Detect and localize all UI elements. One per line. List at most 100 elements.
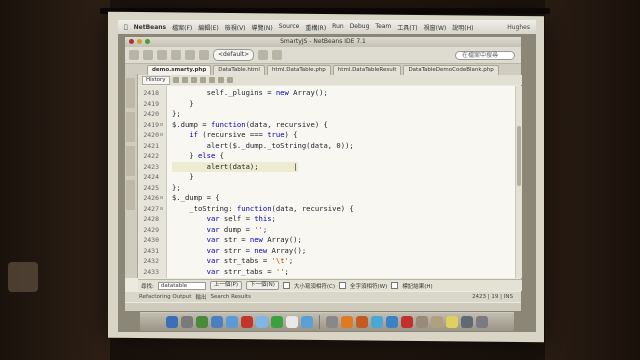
menu-item[interactable]: Run [332, 23, 344, 32]
code-line[interactable]: 2432 var str_tabs = '\t'; [138, 256, 522, 266]
undo-icon[interactable] [185, 50, 195, 60]
back-icon[interactable] [172, 77, 179, 83]
dock-app-icon[interactable] [166, 316, 178, 328]
menubar-user[interactable]: Hughes [507, 24, 530, 31]
comment-icon[interactable] [226, 77, 233, 83]
find-next-button[interactable]: 下一個(N) [245, 281, 279, 290]
code-line[interactable]: 2433 var strr_tabs = ''; [138, 267, 522, 277]
code-line[interactable]: 2431 var strr = new Array(); [138, 246, 522, 256]
code-line[interactable]: 2423 alert(data); | [138, 161, 522, 172]
side-tab-projects[interactable] [126, 78, 135, 108]
fold-icon[interactable]: ⊟ [160, 204, 165, 214]
dock-app-icon[interactable] [181, 316, 193, 328]
minimize-icon[interactable] [137, 39, 142, 44]
dock-app-icon[interactable] [226, 316, 238, 328]
whole-word-checkbox[interactable] [339, 282, 347, 289]
side-tab-files[interactable] [126, 112, 135, 142]
dock-app-icon[interactable] [356, 316, 368, 328]
new-file-icon[interactable] [143, 50, 153, 60]
dock-app-icon[interactable] [326, 316, 338, 328]
dock-app-icon[interactable] [196, 316, 208, 328]
code-line[interactable]: 2420 ⊟ if (recursive === true) { [138, 130, 522, 140]
status-output[interactable]: 輸出 [195, 293, 206, 301]
apple-icon[interactable]:  [124, 24, 128, 31]
menu-item[interactable]: 導覽(N) [252, 23, 273, 32]
search-input[interactable]: 在檔案中搜尋 [455, 50, 515, 60]
menu-item[interactable]: 工具(T) [397, 23, 417, 32]
dock-app-icon[interactable] [301, 316, 313, 328]
code-line[interactable]: 2424 } [138, 172, 522, 182]
dock-app-icon[interactable] [241, 316, 253, 328]
dock-app-icon[interactable] [211, 316, 223, 328]
find-selection-icon[interactable] [190, 77, 197, 83]
scrollbar-thumb[interactable] [517, 126, 521, 186]
code-line[interactable]: 2419 } [138, 99, 522, 109]
toggle-bookmark-icon[interactable] [199, 77, 206, 83]
new-project-icon[interactable] [129, 50, 139, 60]
app-menu-netbeans[interactable]: NetBeans [134, 24, 167, 31]
run-icon[interactable] [258, 50, 269, 60]
side-tab-navigator[interactable] [126, 180, 135, 210]
menu-item[interactable]: 檢視(V) [225, 23, 246, 32]
code-line[interactable]: 2418 self._plugins = new Array(); [138, 88, 522, 98]
menu-item[interactable]: Team [375, 23, 391, 32]
menu-item[interactable]: 編輯(E) [198, 23, 218, 32]
code-line[interactable]: 2425}; [138, 183, 522, 193]
dock-app-icon[interactable] [401, 316, 413, 328]
redo-icon[interactable] [199, 50, 209, 60]
code-line[interactable]: 2430 var str = new Array(); [138, 235, 522, 245]
dock-app-icon[interactable] [286, 316, 298, 328]
dock-app-icon[interactable] [461, 316, 473, 328]
code-line[interactable]: 2421 alert($._dump._toString(data, 0)); [138, 141, 522, 151]
dock-app-icon[interactable] [446, 316, 458, 328]
fold-icon[interactable]: ⊟ [160, 120, 165, 130]
code-line[interactable]: 2422 } else { [138, 151, 522, 161]
dock-app-icon[interactable] [371, 316, 383, 328]
dock-app-icon[interactable] [386, 316, 398, 328]
editor-tab[interactable]: demo.smarty.php [147, 65, 212, 75]
dock-app-icon[interactable] [271, 316, 283, 328]
dock-app-icon[interactable] [256, 316, 268, 328]
find-prev-button[interactable]: 上一個(P) [209, 281, 242, 290]
menu-item[interactable]: 重構(R) [305, 23, 326, 32]
editor-tab[interactable]: DataTable.html [213, 65, 265, 75]
dock-app-icon[interactable] [476, 316, 488, 328]
shift-left-icon[interactable] [208, 77, 215, 83]
config-select[interactable]: <default> [213, 49, 255, 61]
close-icon[interactable] [129, 39, 134, 44]
history-toggle[interactable]: History [142, 75, 170, 85]
editor-tab[interactable]: html.DataTable.php [266, 65, 331, 75]
code-line[interactable]: 2419 ⊟ $.dump = function(data, recursive) … [138, 120, 522, 130]
shift-right-icon[interactable] [217, 77, 224, 83]
highlight-checkbox[interactable] [391, 282, 399, 289]
menu-item[interactable]: Source [279, 23, 300, 32]
find-input[interactable]: datatable [157, 281, 206, 290]
menu-item[interactable]: 視窗(W) [424, 23, 447, 32]
forward-icon[interactable] [181, 77, 188, 83]
editor-tab[interactable]: html.DataTableResult [332, 65, 402, 75]
fold-icon[interactable]: ⊟ [160, 193, 165, 203]
editor-scrollbar[interactable] [515, 86, 522, 278]
dock-app-icon[interactable] [431, 316, 443, 328]
code-line[interactable]: 2428 var self = this; [138, 214, 522, 224]
dock-app-icon[interactable] [341, 316, 353, 328]
fold-icon[interactable]: ⊟ [160, 130, 165, 140]
menu-item[interactable]: 說明(H) [452, 23, 473, 32]
dock-app-icon[interactable] [416, 316, 428, 328]
code-editor[interactable]: 2418 self._plugins = new Array(); 2419 } 2… [138, 86, 522, 278]
zoom-icon[interactable] [145, 39, 150, 44]
side-tab-services[interactable] [126, 146, 135, 176]
match-case-checkbox[interactable] [282, 282, 290, 289]
save-all-icon[interactable] [171, 50, 181, 60]
code-line[interactable]: 2427 ⊟ _toString: function(data, recursiv… [138, 204, 522, 214]
status-search-results[interactable]: Search Results [210, 294, 251, 300]
code-line[interactable]: 2420}; [138, 109, 522, 119]
menu-item[interactable]: 檔案(F) [172, 23, 192, 32]
code-line[interactable]: 2429 var dump = ''; [138, 225, 522, 235]
editor-tab[interactable]: DataTableDemoCodeBlank.php [403, 65, 499, 75]
menu-item[interactable]: Debug [350, 23, 370, 32]
code-line[interactable]: 2426 ⊟ $._dump = { [138, 193, 522, 203]
status-refactoring-output[interactable]: Refactoring Output [139, 294, 191, 300]
open-project-icon[interactable] [157, 50, 167, 60]
debug-icon[interactable] [272, 50, 283, 60]
